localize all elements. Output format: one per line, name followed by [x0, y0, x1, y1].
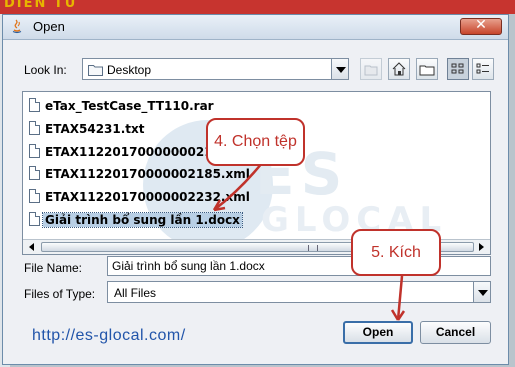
arrow-step4 — [213, 162, 263, 211]
callout-arrows — [212, 162, 406, 321]
callout-step5: 5. Kích — [351, 229, 441, 276]
callout-step4: 4. Chọn tệp — [206, 118, 305, 166]
